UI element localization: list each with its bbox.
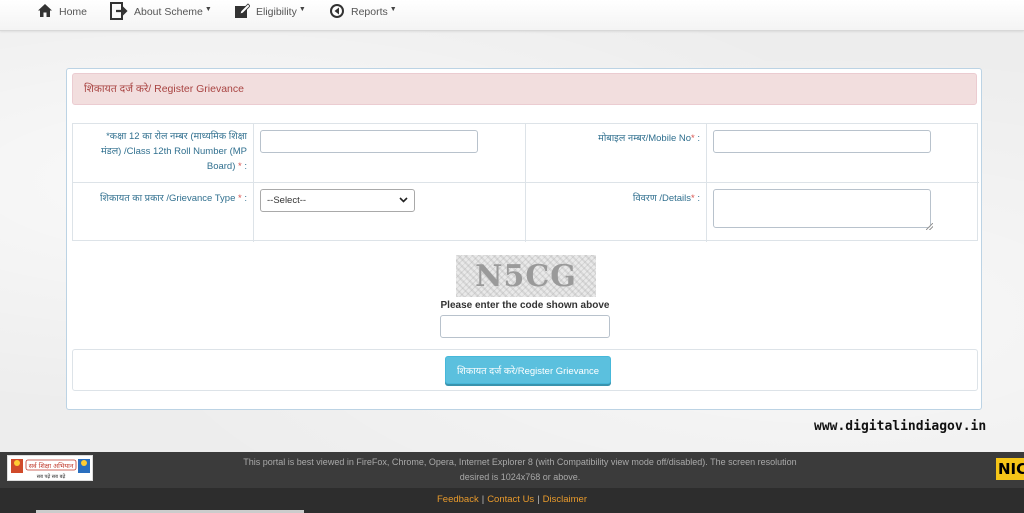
captcha-input[interactable] [440, 315, 610, 338]
roll-number-label-line3-wrap: Board) * : [77, 159, 247, 174]
grievance-type-label-cell: शिकायत का प्रकार /Grievance Type * : [73, 183, 254, 242]
roll-number-input-cell [254, 124, 526, 183]
required-mark: * [238, 193, 242, 204]
nav-reports-label: Reports [351, 6, 388, 18]
panel-title: शिकायत दर्ज करे/ Register Grievance [84, 83, 244, 95]
required-mark: * [238, 161, 242, 172]
label-colon: : [244, 161, 247, 172]
ssa-logo-text: सर्व शिक्षा अभियान [29, 462, 74, 470]
resize-grip-icon[interactable] [926, 223, 933, 230]
grievance-type-label: शिकायत का प्रकार /Grievance Type [100, 193, 236, 204]
grievance-type-label-wrap: शिकायत का प्रकार /Grievance Type * : [71, 191, 247, 206]
disclaimer-link[interactable]: Disclaimer [543, 494, 587, 505]
sign-in-icon [110, 1, 128, 23]
register-grievance-button[interactable]: शिकायत दर्ज करे/Register Grievance [445, 356, 611, 384]
captcha-image: N5CG [456, 255, 596, 297]
footer-separator: | [481, 494, 485, 505]
nic-logo: NIC [996, 458, 1024, 480]
nav-eligibility[interactable]: Eligibility ▼ [234, 0, 306, 24]
edit-icon [234, 2, 251, 22]
nav-reports[interactable]: Reports ▼ [329, 0, 397, 24]
nav-about-scheme[interactable]: About Scheme ▼ [110, 0, 212, 24]
details-input-cell [707, 183, 979, 242]
top-navbar: Home About Scheme ▼ Eligibility ▼ Report… [0, 0, 1024, 31]
captcha-section: N5CG Please enter the code shown above [72, 241, 978, 349]
captcha-code: N5CG [475, 258, 577, 294]
footer-links: Feedback | Contact Us | Disclaimer [0, 494, 1024, 505]
nav-home-label: Home [59, 6, 88, 18]
grievance-type-selected: --Select-- [267, 195, 307, 206]
roll-number-input[interactable] [260, 130, 478, 153]
home-icon [37, 3, 53, 21]
details-label: विवरण /Details [632, 193, 692, 204]
label-colon: : [244, 193, 247, 204]
roll-number-label-line3: Board) [206, 161, 236, 172]
watermark-text: www.digitalindiagov.in [814, 419, 987, 434]
details-label-cell: विवरण /Details* : [526, 183, 707, 242]
roll-number-label-cell: *कक्षा 12 का रोल नम्बर (माध्यमिक शिक्षा … [73, 124, 254, 183]
mobile-input-cell [707, 124, 979, 183]
panel-heading: शिकायत दर्ज करे/ Register Grievance [72, 73, 977, 105]
mobile-label: मोबाइल नम्बर/Mobile No [598, 133, 692, 144]
chevron-down-icon [399, 195, 408, 206]
nav-eligibility-label: Eligibility [256, 6, 297, 18]
nav-about-scheme-label: About Scheme [134, 6, 203, 18]
captcha-label: Please enter the code shown above [440, 300, 610, 311]
submit-row: शिकायत दर्ज करे/Register Grievance [72, 349, 978, 391]
ssa-logo: सर्व शिक्षा अभियान सब पढ़ें सब बढ़ें [7, 455, 93, 481]
feedback-link[interactable]: Feedback [437, 494, 479, 505]
browser-notice-line2: desired is 1024x768 or above. [459, 472, 581, 482]
nic-logo-text: NIC [998, 460, 1024, 478]
footer-separator: | [537, 494, 540, 505]
mobile-input[interactable] [713, 130, 931, 153]
label-colon: : [697, 193, 700, 204]
browser-notice: This portal is best viewed in FireFox, C… [220, 455, 820, 485]
details-label-wrap: विवरण /Details* : [530, 191, 700, 206]
required-mark: * [691, 193, 695, 204]
caret-down-icon: ▼ [204, 5, 212, 13]
grievance-type-select-cell: --Select-- [254, 183, 526, 242]
details-textarea[interactable] [713, 189, 931, 228]
mobile-label-wrap: मोबाइल नम्बर/Mobile No* : [530, 131, 700, 146]
required-mark: * [691, 133, 695, 144]
footer-info-bar: सर्व शिक्षा अभियान सब पढ़ें सब बढ़ें Thi… [0, 452, 1024, 488]
ssa-logo-tagline: सब पढ़ें सब बढ़ें [37, 473, 66, 480]
mobile-label-cell: मोबाइल नम्बर/Mobile No* : [526, 124, 707, 183]
contact-us-link[interactable]: Contact Us [487, 494, 534, 505]
roll-number-label-line1: *कक्षा 12 का रोल नम्बर (माध्यमिक शिक्षा [106, 131, 247, 142]
caret-down-icon: ▼ [298, 5, 306, 13]
nav-home[interactable]: Home [37, 0, 87, 24]
grievance-form: *कक्षा 12 का रोल नम्बर (माध्यमिक शिक्षा … [72, 123, 979, 242]
grievance-panel: शिकायत दर्ज करे/ Register Grievance *कक्… [66, 68, 982, 410]
browser-notice-line1: This portal is best viewed in FireFox, C… [243, 457, 797, 467]
label-colon: : [697, 133, 700, 144]
roll-number-label-line2: मंडल) /Class 12th Roll Number (MP [100, 146, 247, 157]
register-grievance-button-label: शिकायत दर्ज करे/Register Grievance [456, 365, 600, 377]
caret-down-icon: ▼ [389, 5, 397, 13]
grievance-type-select[interactable]: --Select-- [260, 189, 415, 212]
circle-arrow-left-icon [329, 3, 345, 22]
